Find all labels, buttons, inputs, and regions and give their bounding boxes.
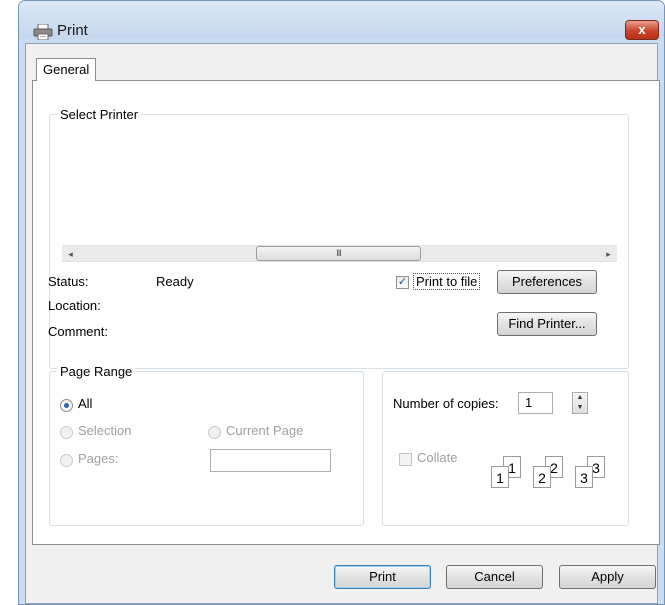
- print-button[interactable]: Print: [334, 565, 431, 589]
- copies-label: Number of copies:: [393, 396, 499, 411]
- copies-spinner[interactable]: ▲ ▼: [572, 392, 588, 414]
- select-printer-label: Select Printer: [57, 107, 142, 122]
- spin-up-icon[interactable]: ▲: [573, 393, 587, 403]
- scroll-left-icon[interactable]: ◂: [62, 246, 79, 262]
- title-bar: Print x: [19, 1, 664, 40]
- scroll-right-icon[interactable]: ▸: [600, 246, 617, 262]
- radio-selection[interactable]: [60, 426, 73, 439]
- dialog-client: General Select Printer ◂ III ▸ Status: R…: [25, 43, 660, 604]
- close-icon: x: [638, 22, 646, 37]
- radio-all-label[interactable]: All: [78, 396, 92, 411]
- print-dialog: Print x General Select Printer ◂ III ▸ S…: [18, 0, 665, 605]
- comment-label: Comment:: [48, 324, 108, 339]
- apply-button[interactable]: Apply: [559, 565, 656, 589]
- print-to-file-checkbox[interactable]: ✓: [396, 276, 409, 289]
- location-label: Location:: [48, 298, 101, 313]
- collate-page: 2: [533, 466, 551, 488]
- collate-page: 1: [491, 466, 509, 488]
- radio-pages-label[interactable]: Pages:: [78, 451, 118, 466]
- pages-input[interactable]: [210, 449, 331, 472]
- collate-label[interactable]: Collate: [417, 450, 457, 465]
- page-range-label: Page Range: [57, 364, 136, 379]
- printer-list-scrollbar[interactable]: ◂ III ▸: [62, 245, 617, 262]
- collate-icon: 1 1 2 2 3 3: [491, 456, 621, 501]
- status-label: Status:: [48, 274, 89, 289]
- status-value: Ready: [156, 274, 194, 289]
- printer-list[interactable]: [62, 125, 617, 245]
- spin-down-icon[interactable]: ▼: [573, 403, 587, 413]
- tab-general[interactable]: General: [36, 58, 96, 81]
- copies-group: Number of copies: 1 ▲ ▼ Collate 1 1 2 2 …: [382, 371, 629, 526]
- cancel-button[interactable]: Cancel: [446, 565, 543, 589]
- collate-checkbox[interactable]: [399, 453, 412, 466]
- print-to-file-label[interactable]: Print to file: [413, 273, 481, 290]
- radio-current-page[interactable]: [208, 426, 221, 439]
- radio-all[interactable]: [60, 399, 73, 412]
- select-printer-group: Select Printer ◂ III ▸ Status: Ready Loc…: [48, 107, 629, 369]
- dialog-title: Print: [57, 22, 88, 39]
- radio-pages[interactable]: [60, 454, 73, 467]
- copies-input[interactable]: 1: [518, 392, 553, 414]
- scroll-thumb[interactable]: III: [256, 246, 421, 261]
- radio-selection-label[interactable]: Selection: [78, 423, 131, 438]
- find-printer-button[interactable]: Find Printer...: [497, 312, 597, 336]
- radio-current-page-label[interactable]: Current Page: [226, 423, 303, 438]
- preferences-button[interactable]: Preferences: [497, 270, 597, 294]
- general-tab-panel: Select Printer ◂ III ▸ Status: Ready Loc…: [32, 80, 660, 545]
- close-button[interactable]: x: [625, 20, 659, 40]
- collate-page: 3: [575, 466, 593, 488]
- printer-icon: [33, 24, 53, 40]
- page-range-group: Page Range All Selection Current Page Pa…: [49, 364, 364, 526]
- dialog-button-bar: Print Cancel Apply: [26, 553, 657, 603]
